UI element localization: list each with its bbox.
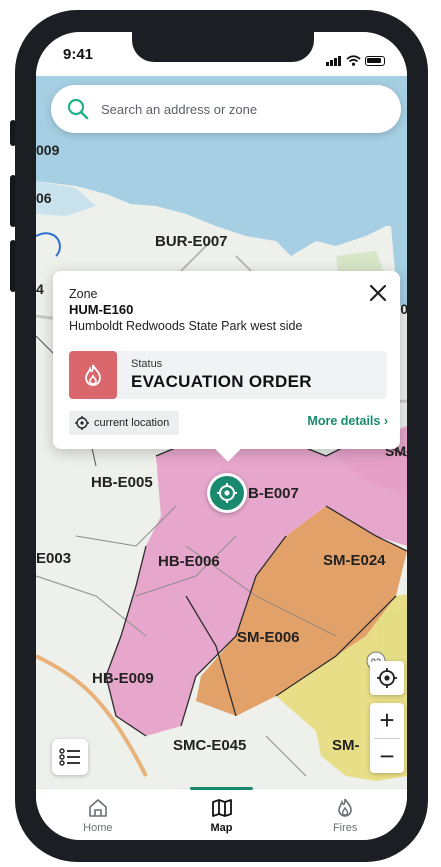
map-label: 009 [36,142,60,158]
map-label: SM- [332,737,360,754]
map-label: HB-E006 [158,553,220,570]
status-label: Status [131,358,163,370]
tab-bar: Home Map Fires [36,787,407,840]
status-bar: 9:41 [36,32,407,76]
map-label: 4 [36,281,44,297]
map-label: 06 [36,190,52,206]
current-location-label: current location [94,417,170,429]
search-icon [67,98,89,120]
legend-button[interactable] [52,739,88,775]
wifi-icon [346,55,361,66]
zone-popup: Zone HUM-E160 Humboldt Redwoods State Pa… [53,271,400,449]
map-label: SMC-E045 [173,737,247,754]
map-label: SM-E024 [323,552,386,569]
tab-map[interactable]: Map [160,787,284,840]
map-label: B-E007 [248,485,299,502]
zone-label: Zone [69,287,98,301]
phone-frame: 9:41 009 06 BUR-E007 4 SM HB-E005 B-E007… [15,10,428,862]
flame-icon [338,798,352,817]
crosshair-icon [75,416,89,430]
locate-button[interactable] [370,661,404,695]
crosshair-icon [377,668,397,688]
battery-icon [365,56,385,66]
zoom-out-button[interactable]: − [370,738,404,773]
minus-icon: − [379,740,395,771]
status-value: EVACUATION ORDER [131,372,312,391]
search-input[interactable]: Search an address or zone [101,102,257,117]
zone-description: Humboldt Redwoods State Park west side [69,319,303,333]
tab-label: Home [83,822,113,834]
tab-label: Fires [332,822,358,834]
search-bar[interactable]: Search an address or zone [51,85,401,133]
signal-icon [326,48,342,66]
zone-id: HUM-E160 [69,302,134,317]
map-label: E003 [36,550,72,567]
zoom-in-button[interactable]: + [370,703,404,738]
map-label: SM-E006 [237,629,300,646]
map-label: HB-E005 [91,474,153,491]
flame-icon [69,351,117,399]
status-icons [326,48,385,66]
location-marker[interactable] [207,473,247,513]
notch [132,32,314,62]
more-details-link[interactable]: More details › [307,414,388,428]
current-location-chip[interactable]: current location [69,411,180,435]
status-box: Status EVACUATION ORDER [69,351,387,399]
zoom-control: + − [370,703,404,773]
list-icon [59,748,80,766]
home-icon [89,799,107,817]
tab-fires[interactable]: Fires [283,789,407,840]
status-time: 9:41 [63,46,94,63]
plus-icon: + [379,705,395,736]
tab-home[interactable]: Home [36,789,160,840]
map-label: BUR-E007 [155,233,228,250]
map-label: HB-E009 [92,670,154,687]
tab-label: Map [210,822,233,834]
map-icon [211,799,232,817]
crosshair-icon [217,483,237,503]
screen: 9:41 009 06 BUR-E007 4 SM HB-E005 B-E007… [36,32,407,840]
close-icon[interactable] [366,281,390,305]
